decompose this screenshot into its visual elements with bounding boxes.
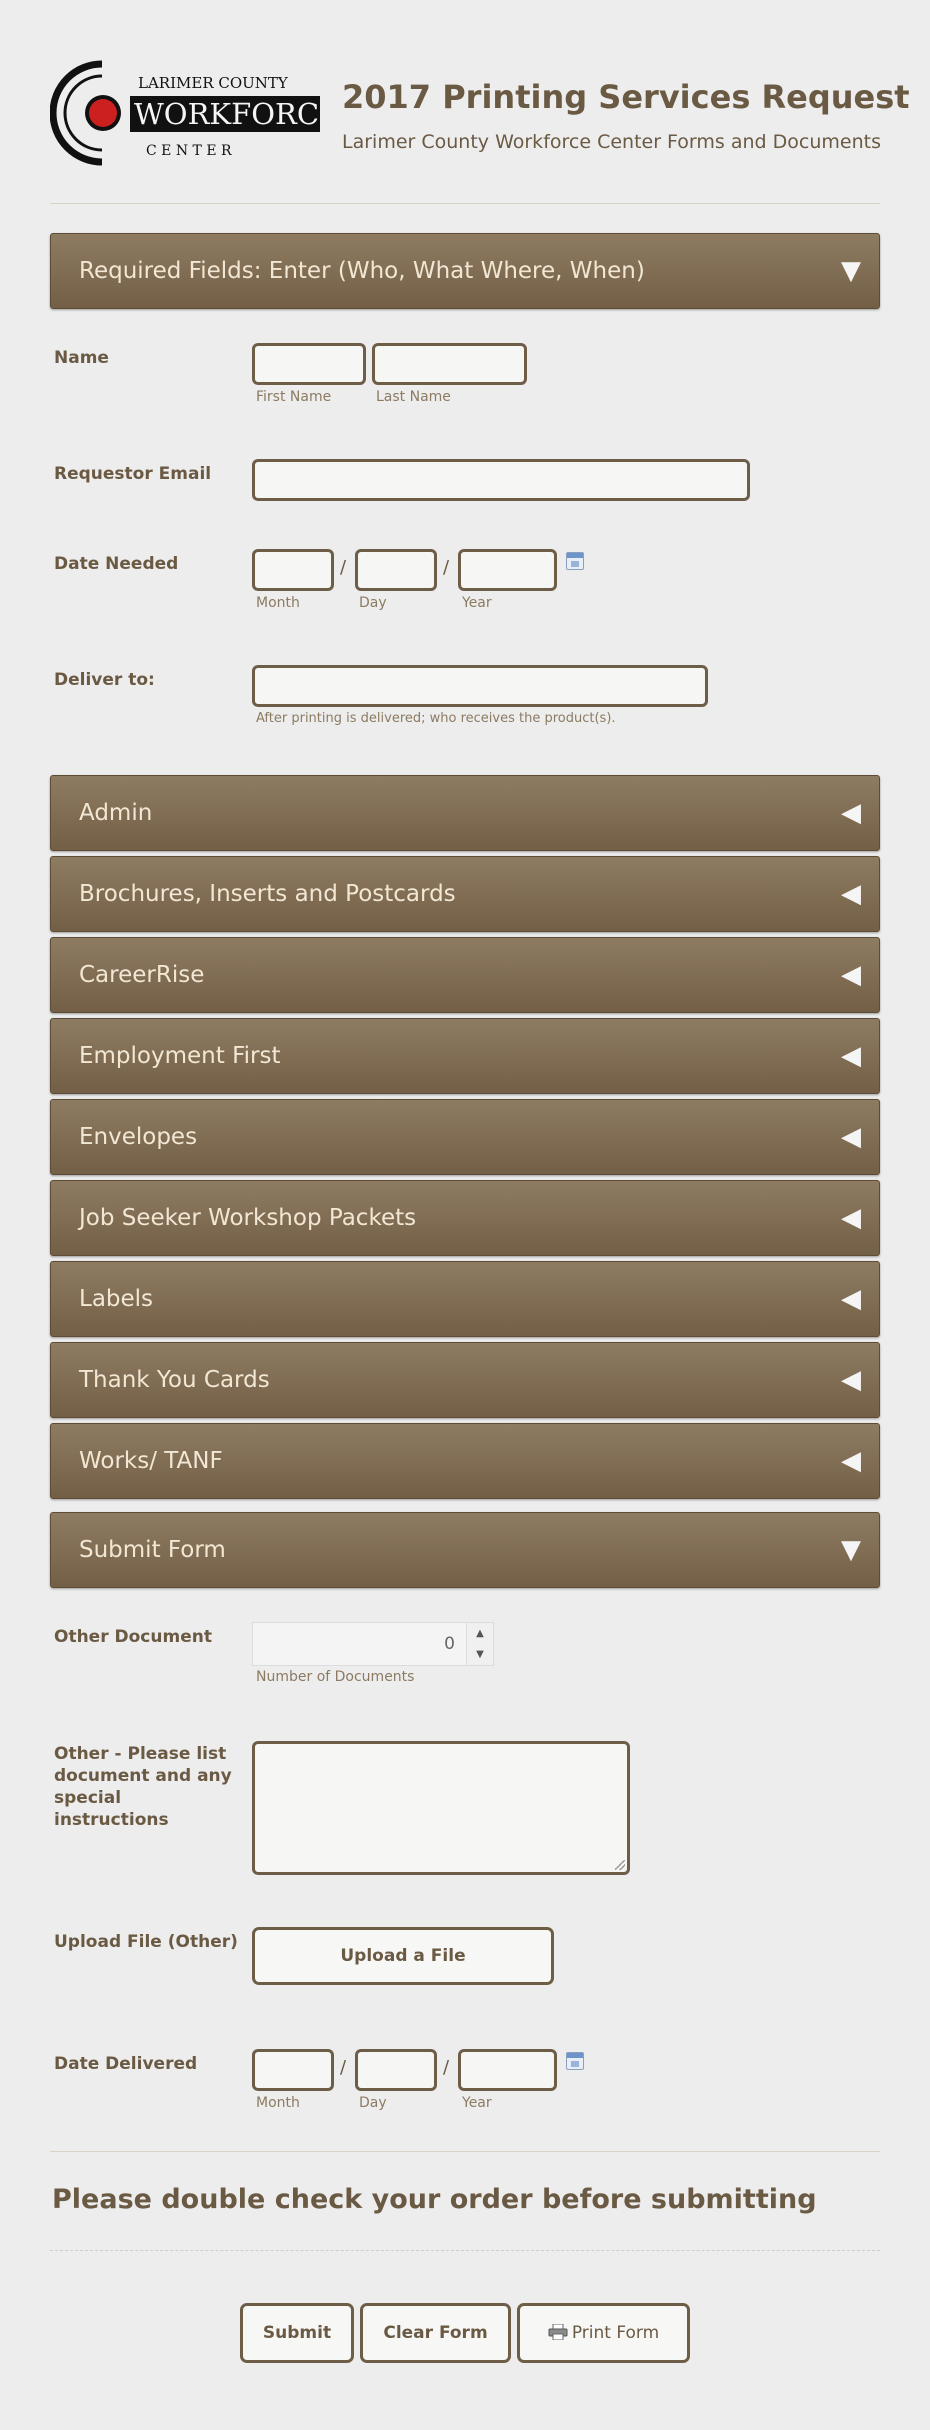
form-page: LARIMER COUNTY WORKFORCE C E N T E R 201…: [0, 0, 930, 2430]
name-label: Name: [54, 348, 109, 368]
header-divider: [50, 203, 880, 204]
collapsed-arrow-icon: ◀: [841, 1203, 861, 1233]
printer-icon: [548, 2324, 568, 2340]
requestor-email-label: Requestor Email: [54, 464, 212, 484]
day-sublabel: Day: [359, 595, 387, 611]
first-name-input[interactable]: [252, 343, 366, 385]
logo-bottom-text: C E N T E R: [146, 143, 232, 159]
expanded-arrow-icon: ▼: [841, 1535, 861, 1565]
notice-divider-top: [50, 2151, 880, 2152]
submit-button[interactable]: Submit: [240, 2303, 354, 2363]
deliver-to-input[interactable]: [252, 665, 708, 707]
section-job-seeker-workshop-packets[interactable]: Job Seeker Workshop Packets ◀: [50, 1180, 880, 1256]
collapsed-arrow-icon: ◀: [841, 879, 861, 909]
resize-grip-icon[interactable]: [615, 1860, 625, 1870]
first-name-sublabel: First Name: [256, 389, 332, 405]
date-delivered-label: Date Delivered: [54, 2054, 198, 2074]
date-separator: /: [443, 557, 450, 578]
section-label: Envelopes: [79, 1124, 198, 1150]
section-required-fields[interactable]: Required Fields: Enter (Who, What Where,…: [50, 233, 880, 309]
requestor-email-input[interactable]: [252, 459, 750, 501]
section-label: Works/ TANF: [79, 1448, 223, 1474]
page-title: 2017 Printing Services Request: [342, 78, 910, 116]
notice-divider-bottom: [50, 2250, 880, 2251]
clear-form-button[interactable]: Clear Form: [360, 2303, 511, 2363]
date-needed-month-input[interactable]: [252, 549, 334, 591]
section-submit-form[interactable]: Submit Form ▼: [50, 1512, 880, 1588]
date-needed-label: Date Needed: [54, 554, 179, 574]
other-list-label: Other - Please list document and any spe…: [54, 1744, 232, 1830]
date-delivered-year-input[interactable]: [458, 2049, 557, 2091]
date-separator: /: [340, 557, 347, 578]
collapsed-arrow-icon: ◀: [841, 1446, 861, 1476]
section-admin[interactable]: Admin ◀: [50, 775, 880, 851]
date-needed-year-input[interactable]: [458, 549, 557, 591]
section-brochures[interactable]: Brochures, Inserts and Postcards ◀: [50, 856, 880, 932]
date-separator: /: [340, 2057, 347, 2078]
section-envelopes[interactable]: Envelopes ◀: [50, 1099, 880, 1175]
year-sublabel: Year: [462, 2095, 492, 2111]
section-thank-you-cards[interactable]: Thank You Cards ◀: [50, 1342, 880, 1418]
collapsed-arrow-icon: ◀: [841, 960, 861, 990]
section-label: Employment First: [79, 1043, 281, 1069]
print-form-label: Print Form: [571, 2323, 660, 2343]
number-stepper[interactable]: ▲ ▼: [466, 1623, 493, 1665]
date-delivered-month-input[interactable]: [252, 2049, 334, 2091]
collapsed-arrow-icon: ◀: [841, 798, 861, 828]
date-delivered-day-input[interactable]: [355, 2049, 437, 2091]
other-document-value: 0: [444, 1634, 455, 1654]
collapsed-arrow-icon: ◀: [841, 1284, 861, 1314]
increment-arrow-icon[interactable]: ▲: [467, 1623, 493, 1644]
workforce-center-logo: LARIMER COUNTY WORKFORCE C E N T E R: [50, 60, 322, 166]
day-sublabel: Day: [359, 2095, 387, 2111]
other-list-textarea[interactable]: [252, 1741, 630, 1875]
other-document-number-input[interactable]: 0 ▲ ▼: [252, 1622, 494, 1666]
section-label: Brochures, Inserts and Postcards: [79, 881, 456, 907]
logo-main-text: WORKFORCE: [134, 97, 322, 131]
section-labels[interactable]: Labels ◀: [50, 1261, 880, 1337]
last-name-sublabel: Last Name: [376, 389, 451, 405]
year-sublabel: Year: [462, 595, 492, 611]
date-separator: /: [443, 2057, 450, 2078]
collapsed-arrow-icon: ◀: [841, 1122, 861, 1152]
section-works-tanf[interactable]: Works/ TANF ◀: [50, 1423, 880, 1499]
decrement-arrow-icon[interactable]: ▼: [467, 1644, 493, 1665]
page-subtitle: Larimer County Workforce Center Forms an…: [342, 131, 881, 153]
upload-file-label: Upload File (Other): [54, 1932, 238, 1952]
expanded-arrow-icon: ▼: [841, 256, 861, 286]
month-sublabel: Month: [256, 2095, 300, 2111]
section-label: Labels: [79, 1286, 154, 1312]
double-check-notice: Please double check your order before su…: [52, 2184, 817, 2215]
deliver-to-help: After printing is delivered; who receive…: [256, 711, 616, 726]
calendar-icon[interactable]: [566, 552, 584, 570]
section-label: Required Fields: Enter (Who, What Where,…: [79, 258, 645, 284]
section-label: Job Seeker Workshop Packets: [79, 1205, 417, 1231]
section-label: Submit Form: [79, 1537, 226, 1563]
section-label: Admin: [79, 800, 153, 826]
logo-top-text: LARIMER COUNTY: [138, 74, 289, 92]
section-careerrise[interactable]: CareerRise ◀: [50, 937, 880, 1013]
other-document-sublabel: Number of Documents: [256, 1669, 415, 1685]
date-needed-day-input[interactable]: [355, 549, 437, 591]
collapsed-arrow-icon: ◀: [841, 1041, 861, 1071]
print-form-button[interactable]: Print Form: [517, 2303, 690, 2363]
upload-file-button[interactable]: Upload a File: [252, 1927, 554, 1985]
section-label: Thank You Cards: [79, 1367, 270, 1393]
collapsed-arrow-icon: ◀: [841, 1365, 861, 1395]
section-employment-first[interactable]: Employment First ◀: [50, 1018, 880, 1094]
section-label: CareerRise: [79, 962, 205, 988]
deliver-to-label: Deliver to:: [54, 670, 155, 690]
month-sublabel: Month: [256, 595, 300, 611]
last-name-input[interactable]: [372, 343, 527, 385]
other-document-label: Other Document: [54, 1627, 212, 1647]
calendar-icon[interactable]: [566, 2052, 584, 2070]
